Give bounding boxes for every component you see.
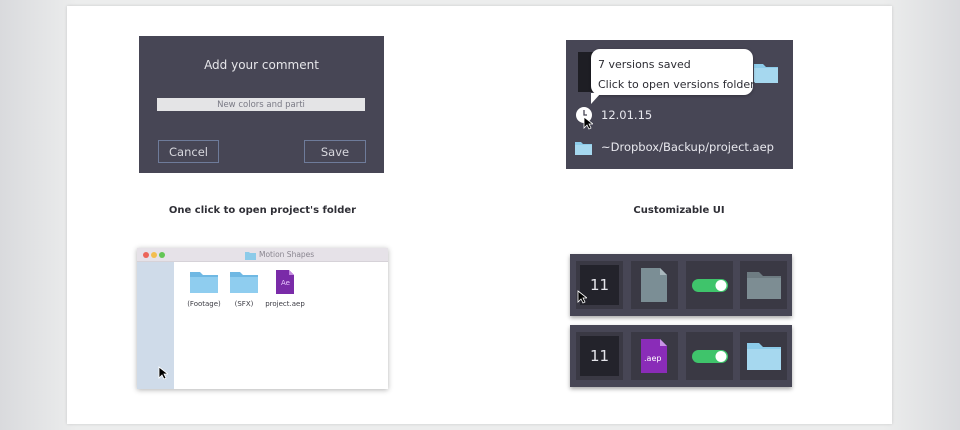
caption-customizable-ui: Customizable UI xyxy=(633,205,725,216)
mouse-cursor-icon xyxy=(577,290,587,304)
folder-icon xyxy=(190,272,218,293)
folder-tile[interactable] xyxy=(740,261,787,309)
folder-icon xyxy=(747,343,781,370)
svg-text:Ae: Ae xyxy=(281,279,290,287)
counter-tile[interactable]: 11 xyxy=(576,332,623,380)
version-count: 11 xyxy=(580,336,619,376)
versions-count-text: 7 versions saved xyxy=(598,58,691,71)
mouse-cursor-icon xyxy=(158,366,168,380)
finder-window: Motion Shapes (Footage) (SFX) Ae project… xyxy=(137,248,388,389)
finder-title: Motion Shapes xyxy=(259,250,315,259)
finder-item-label: (Footage) xyxy=(187,300,221,308)
versions-panel: 7 versions saved Click to open versions … xyxy=(566,40,793,169)
file-tile[interactable] xyxy=(631,261,678,309)
save-button[interactable]: Save xyxy=(304,140,366,163)
comment-dialog-title: Add your comment xyxy=(204,58,319,72)
close-window-button[interactable] xyxy=(143,252,149,258)
toggle-tile[interactable] xyxy=(686,261,733,309)
minimize-window-button[interactable] xyxy=(151,252,157,258)
versions-tooltip[interactable]: 7 versions saved Click to open versions … xyxy=(591,49,755,104)
comment-input[interactable] xyxy=(157,98,365,111)
ae-file-icon: Ae xyxy=(276,270,294,294)
folder-icon xyxy=(230,272,258,293)
project-path[interactable]: ~Dropbox/Backup/project.aep xyxy=(601,140,774,154)
file-icon xyxy=(641,268,667,302)
mouse-cursor-icon xyxy=(583,116,593,130)
folder-icon xyxy=(245,252,256,260)
finder-titlebar: Motion Shapes xyxy=(137,248,388,262)
caption-open-folder: One click to open project's folder xyxy=(168,205,357,216)
open-versions-folder-text: Click to open versions folder xyxy=(598,78,755,91)
folder-icon xyxy=(575,142,592,155)
comment-dialog: Add your comment Cancel Save xyxy=(139,36,384,173)
custom-ui-row-colored: 11 .aep xyxy=(570,325,792,387)
svg-text:.aep: .aep xyxy=(644,354,661,363)
custom-ui-row-default: 11 xyxy=(570,254,792,316)
finder-sidebar xyxy=(137,262,174,389)
maximize-window-button[interactable] xyxy=(159,252,165,258)
folder-icon[interactable] xyxy=(752,58,780,86)
finder-item-project[interactable]: Ae project.aep xyxy=(265,270,305,308)
aep-file-tile[interactable]: .aep xyxy=(631,332,678,380)
finder-item-label: (SFX) xyxy=(234,300,254,308)
finder-item-sfx[interactable]: (SFX) xyxy=(224,270,264,308)
finder-item-label: project.aep xyxy=(265,300,305,308)
toggle-switch-icon xyxy=(692,279,728,292)
version-date: 12.01.15 xyxy=(601,108,653,122)
aep-file-icon: .aep xyxy=(641,339,667,373)
folder-icon xyxy=(747,272,781,299)
cancel-button[interactable]: Cancel xyxy=(158,140,219,163)
finder-item-footage[interactable]: (Footage) xyxy=(184,270,224,308)
folder-tile[interactable] xyxy=(740,332,787,380)
toggle-tile[interactable] xyxy=(686,332,733,380)
toggle-switch-icon xyxy=(692,350,728,363)
